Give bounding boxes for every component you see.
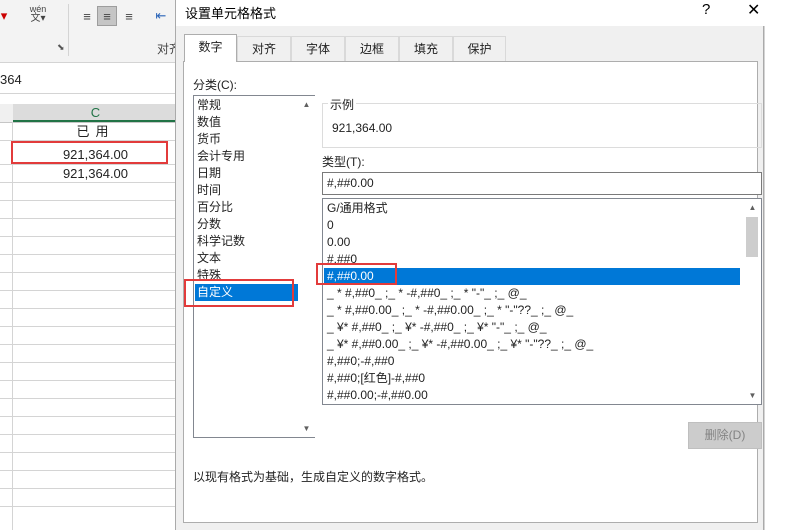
grid-line	[0, 380, 180, 381]
help-icon[interactable]: ?	[702, 1, 710, 18]
cell-header-used[interactable]: 已用	[13, 123, 178, 141]
highlight-box-cell	[11, 141, 168, 164]
close-icon[interactable]: ✕	[747, 0, 760, 20]
scroll-down-arrow-icon[interactable]: ▼	[744, 387, 761, 404]
align-right-icon[interactable]: ≡	[119, 6, 139, 26]
scroll-thumb[interactable]	[746, 217, 758, 257]
highlight-box-format	[316, 263, 397, 285]
format-item[interactable]: 0.00	[324, 234, 740, 251]
tab-protection[interactable]: 保护	[453, 36, 506, 61]
category-item[interactable]: 文本	[197, 250, 221, 267]
format-list[interactable]: G/通用格式 0 0.00 #,##0 #,##0.00 _ * #,##0_ …	[322, 198, 762, 405]
grid-line	[0, 272, 180, 273]
type-input[interactable]: #,##0.00	[322, 172, 762, 195]
grid-line	[0, 200, 180, 201]
description-text: 以现有格式为基础，生成自定义的数字格式。	[193, 470, 434, 484]
category-item[interactable]: 数值	[197, 114, 221, 131]
tab-number[interactable]: 数字	[184, 34, 237, 62]
category-item[interactable]: 时间	[197, 182, 221, 199]
grid-line	[0, 254, 180, 255]
grid-line	[0, 398, 180, 399]
sample-legend: 示例	[328, 96, 357, 113]
category-item[interactable]: 货币	[197, 131, 221, 148]
scroll-up-arrow-icon[interactable]: ▲	[744, 199, 761, 216]
format-item[interactable]: _ ¥* #,##0.00_ ;_ ¥* -#,##0.00_ ;_ ¥* "-…	[324, 336, 740, 353]
right-edge-strip	[764, 0, 785, 530]
grid-line	[0, 506, 180, 507]
category-item[interactable]: 日期	[197, 165, 221, 182]
category-scrollbar[interactable]: ▲ ▼	[298, 96, 315, 437]
tab-border[interactable]: 边框	[345, 36, 399, 61]
scroll-down-arrow-icon[interactable]: ▼	[298, 420, 315, 437]
highlight-box-category	[184, 279, 294, 307]
column-header-c[interactable]: C	[13, 104, 178, 122]
category-item[interactable]: 科学记数	[197, 233, 245, 250]
dialog-title: 设置单元格格式	[185, 6, 277, 21]
grid-line	[0, 470, 180, 471]
format-item[interactable]: #,##0;[红色]-#,##0	[324, 370, 740, 387]
grid-line	[0, 344, 180, 345]
grid-line	[0, 434, 180, 435]
grid-line	[0, 290, 180, 291]
grid-line	[0, 218, 180, 219]
category-item[interactable]: 分数	[197, 216, 221, 233]
scroll-up-arrow-icon[interactable]: ▲	[298, 96, 315, 113]
cell-c3[interactable]: 921,364.00	[13, 165, 178, 183]
delete-button[interactable]: 删除(D)	[688, 422, 762, 449]
grid-line	[0, 452, 180, 453]
grid-line	[0, 416, 180, 417]
category-label: 分类(C):	[193, 78, 237, 92]
sample-value: 921,364.00	[332, 121, 393, 135]
grid-line	[0, 308, 180, 309]
tab-alignment[interactable]: 对齐	[237, 36, 291, 61]
grid-line	[0, 326, 180, 327]
format-item[interactable]: G/通用格式	[324, 200, 740, 217]
format-item[interactable]: #,##0.00;-#,##0.00	[324, 387, 740, 404]
format-item[interactable]: #,##0;-#,##0	[324, 353, 740, 370]
dialog-launcher-icon[interactable]: ⬊	[57, 42, 65, 53]
phonetic-glyph-icon: 文▾	[30, 13, 46, 24]
tab-fill[interactable]: 填充	[399, 36, 453, 61]
align-left-icon[interactable]: ≡	[77, 6, 97, 26]
phonetic-guide-button[interactable]: wén 文▾	[26, 2, 50, 26]
category-item[interactable]: 会计专用	[197, 148, 245, 165]
dialog-titlebar: 设置单元格格式 ? ✕	[176, 0, 765, 26]
tab-font[interactable]: 字体	[291, 36, 345, 61]
category-item[interactable]: 百分比	[197, 199, 233, 216]
grid-line	[0, 362, 180, 363]
decrease-indent-icon[interactable]: ⇤	[151, 6, 171, 26]
align-center-icon[interactable]: ≡	[97, 6, 117, 26]
category-item[interactable]: 常规	[197, 97, 221, 114]
format-item[interactable]: _ * #,##0_ ;_ * -#,##0_ ;_ * "-"_ ;_ @_	[324, 285, 740, 302]
format-item[interactable]: _ ¥* #,##0_ ;_ ¥* -#,##0_ ;_ ¥* "-"_ ;_ …	[324, 319, 740, 336]
grid-line	[0, 236, 180, 237]
format-scrollbar[interactable]: ▲ ▼	[744, 199, 761, 404]
format-item[interactable]: _ * #,##0.00_ ;_ * -#,##0.00_ ;_ * "-"??…	[324, 302, 740, 319]
format-cells-dialog: 设置单元格格式 ? ✕ 数字 对齐 字体 边框 填充 保护 分类(C): 常规 …	[175, 0, 765, 530]
category-list[interactable]: 常规 数值 货币 会计专用 日期 时间 百分比 分数 科学记数 文本 特殊 自定…	[193, 95, 315, 438]
name-box-value: 364	[0, 72, 22, 87]
ribbon-separator	[68, 4, 69, 56]
grid-line	[0, 488, 180, 489]
format-item[interactable]: 0	[324, 217, 740, 234]
font-color-icon[interactable]: ▾	[0, 6, 8, 26]
type-label: 类型(T):	[322, 155, 365, 169]
